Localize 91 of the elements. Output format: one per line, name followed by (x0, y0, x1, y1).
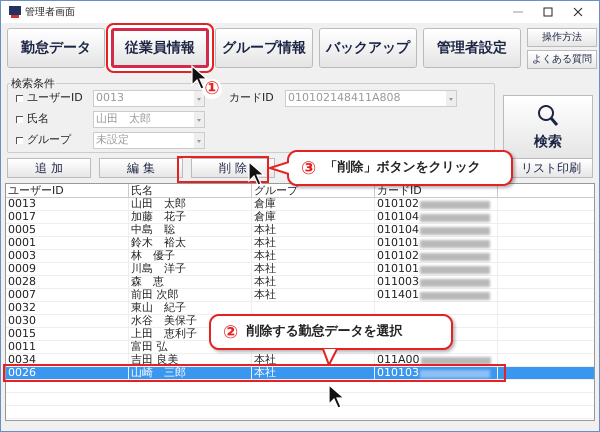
blurred-text (420, 290, 490, 300)
table-row[interactable]: 0009 川島 洋子 本社 010101 (6, 263, 594, 276)
table-cell: 前田 次郎 (131, 289, 178, 301)
table-cell: 本社 (254, 237, 276, 249)
table-row[interactable]: 0013 山田 太郎 倉庫 010102 (6, 198, 594, 211)
table-cell: 加藤 花子 (131, 211, 186, 223)
app-icon (9, 6, 21, 18)
action-button[interactable]: 追 加 (7, 158, 91, 178)
table-cell: 本社 (254, 276, 276, 288)
checkbox[interactable] (16, 94, 23, 102)
table-row[interactable]: 0003 林 優子 本社 010102 (6, 250, 594, 263)
table-cell: 山崎 三郎 (131, 367, 186, 379)
table-cell: 吉田 良美 (131, 354, 178, 366)
table-cell: 0032 (8, 302, 36, 314)
table-row[interactable]: 0001 鈴木 裕太 本社 010101 (6, 237, 594, 250)
table-cell: 0003 (8, 250, 36, 262)
checkbox[interactable] (16, 116, 23, 122)
table-cell: 本社 (254, 289, 276, 301)
table-cell: 011401 (377, 289, 419, 301)
checkbox[interactable] (16, 136, 23, 144)
column-header[interactable]: 氏名 (129, 184, 252, 197)
table-cell: 0017 (8, 211, 36, 223)
tab[interactable]: グループ情報 (215, 28, 313, 68)
table-cell: 倉庫 (254, 211, 276, 223)
table-cell: 011A00 (377, 354, 420, 366)
table-cell: 本社 (254, 250, 276, 262)
table-cell: 010103 (377, 367, 419, 379)
table-cell: 本社 (254, 367, 276, 379)
blurred-text (420, 356, 491, 364)
table-cell: 0011 (8, 341, 36, 353)
table-cell: 0005 (8, 224, 36, 236)
blurred-text (420, 278, 490, 286)
table-cell: 0028 (8, 276, 36, 288)
table-cell: 山田 太郎 (131, 198, 186, 210)
table-cell: 0030 (8, 315, 36, 327)
table-cell: 011003 (377, 276, 419, 288)
field-label: グループ (27, 132, 72, 148)
blurred-text (420, 238, 490, 248)
field-label: 氏名 (27, 110, 50, 127)
window-title: 管理者画面 (25, 6, 75, 20)
table-cell: 0015 (8, 328, 36, 340)
table-row[interactable]: 0007 前田 次郎 本社 011401 (6, 289, 594, 302)
help-button[interactable]: 操作方法 (527, 28, 597, 46)
action-button[interactable]: 編 集 (99, 158, 183, 178)
table-row[interactable]: 0028 森 恵 本社 011003 (6, 276, 594, 289)
search-icon (537, 104, 559, 128)
table-cell: 本社 (254, 354, 276, 366)
table-cell: 010104 (377, 224, 419, 236)
table-cell: 本社 (254, 263, 276, 275)
table-cell: 0001 (8, 237, 36, 249)
blurred-text (420, 226, 490, 234)
step-number: ③ (301, 156, 316, 180)
blurred-text (420, 368, 490, 378)
tab[interactable]: バックアップ (319, 28, 417, 68)
blurred-text (420, 252, 490, 260)
table-cell: 0009 (8, 263, 36, 275)
table-cell: 010102 (377, 198, 419, 210)
field-label: ユーザーID (27, 90, 84, 106)
table-cell: 倉庫 (254, 198, 276, 210)
table-cell: 森 恵 (131, 276, 164, 288)
blurred-text (420, 212, 490, 222)
table-cell: 水谷 美保子 (131, 315, 197, 327)
tab[interactable]: 勤怠データ (7, 28, 105, 68)
search-button[interactable]: 検索 (503, 95, 593, 161)
callout-text: 「削除」ボタンをクリック (324, 159, 480, 178)
column-header[interactable]: ユーザーID (6, 184, 129, 197)
table-cell: 010101 (377, 263, 419, 275)
blurred-text (420, 264, 490, 274)
table-cell: 0013 (8, 198, 36, 210)
table-cell: 上田 恵利子 (131, 328, 197, 340)
blurred-text (420, 200, 490, 208)
table-cell: 東山 紀子 (131, 302, 186, 314)
table-row[interactable]: 0017 加藤 花子 倉庫 010104 (6, 211, 594, 224)
table-cell: 0026 (8, 367, 36, 379)
table-cell: 010104 (377, 211, 419, 223)
table-cell: 0007 (8, 289, 36, 301)
close-icon[interactable] (573, 7, 583, 17)
table-cell: 鈴木 裕太 (131, 237, 186, 249)
table-cell: 0034 (8, 354, 36, 366)
table-cell: 本社 (254, 224, 276, 236)
table-row[interactable]: 0005 中島 聡 本社 010104 (6, 224, 594, 237)
table-cell: 富田 弘 (131, 341, 168, 353)
table-cell: 中島 聡 (131, 224, 175, 236)
maximize-icon[interactable] (543, 7, 553, 17)
table-cell: 010102 (377, 250, 419, 262)
help-button[interactable]: よくある質問 (527, 50, 597, 68)
table-cell: 010101 (377, 237, 419, 249)
table-cell: 林 優子 (131, 250, 175, 262)
tab[interactable]: 管理者設定 (423, 28, 521, 68)
field-label: カードID (229, 90, 275, 106)
table-cell: 川島 洋子 (131, 263, 186, 275)
